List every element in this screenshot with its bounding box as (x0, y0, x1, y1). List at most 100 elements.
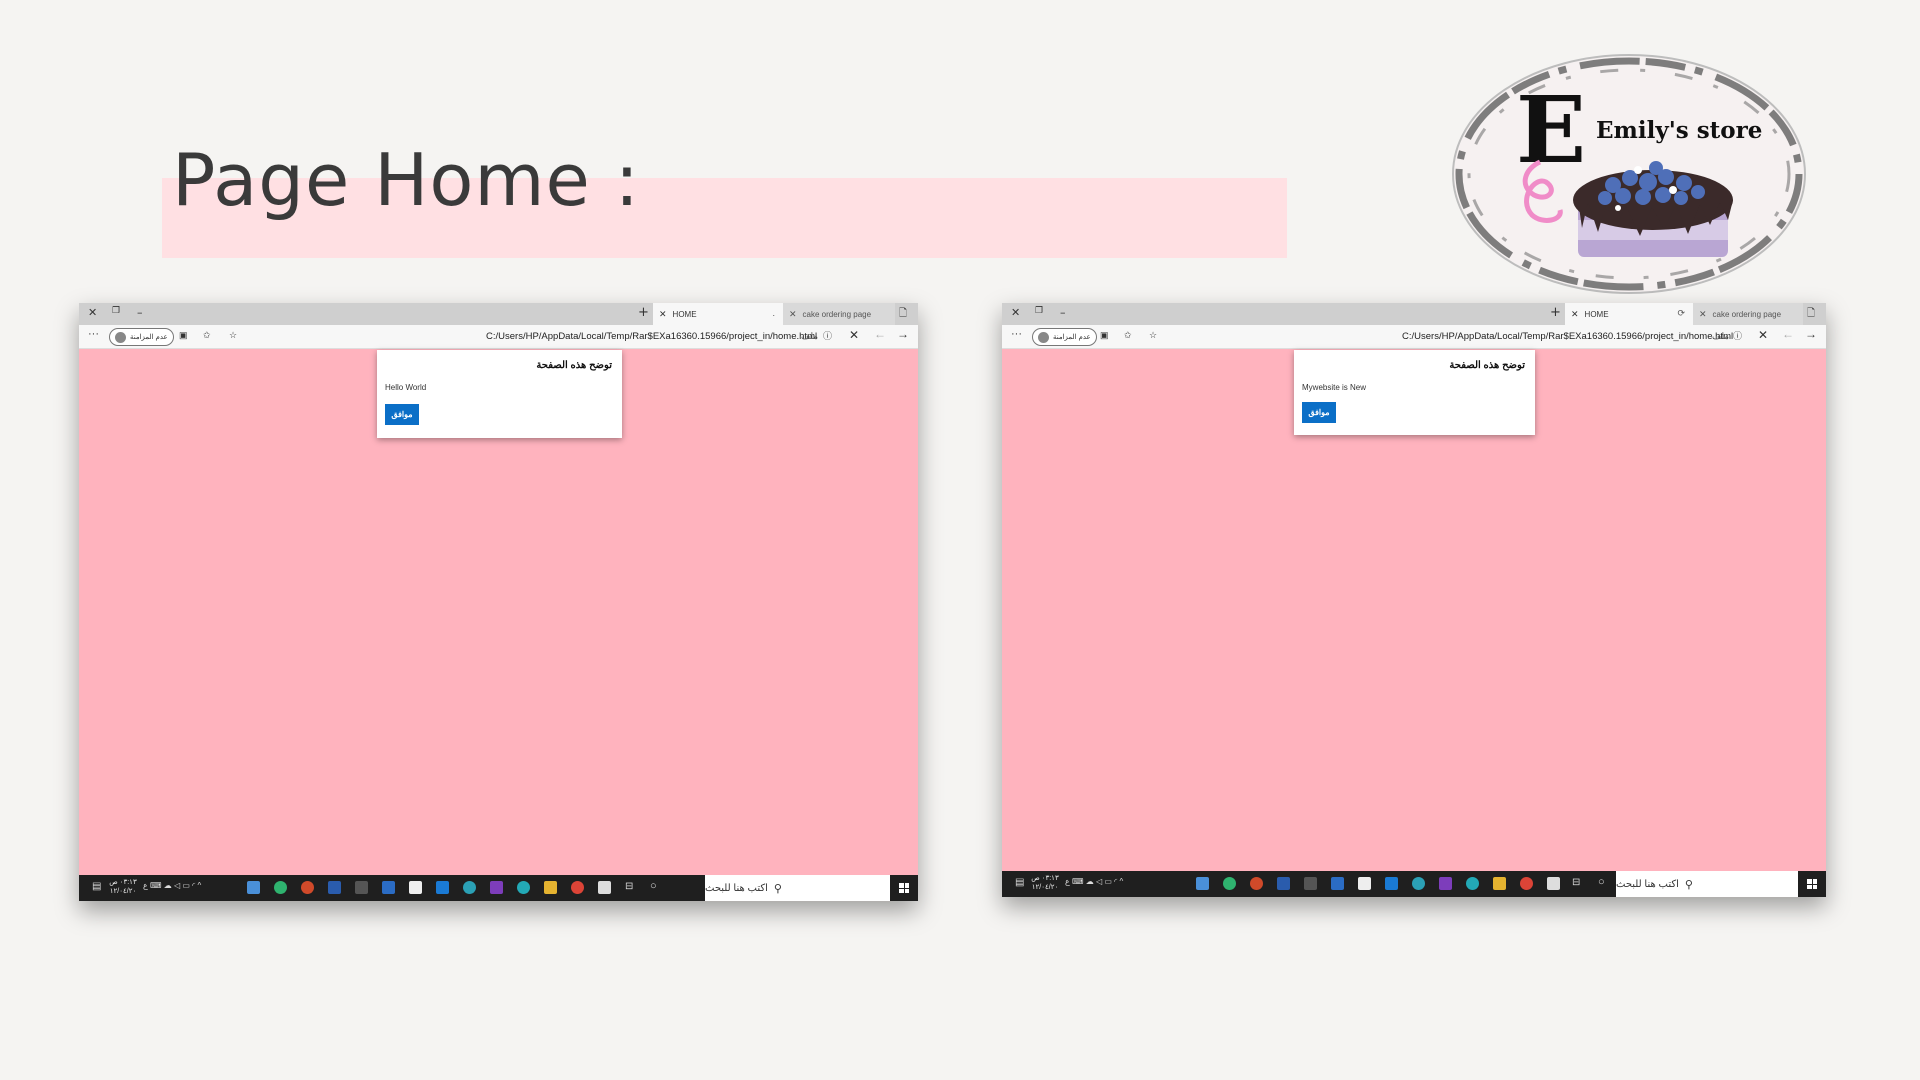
cortana-icon[interactable]: ○ (650, 880, 657, 892)
clock-date: ١٢/٠٤/٢٠ (1031, 884, 1059, 891)
word-icon[interactable] (1277, 877, 1290, 890)
word-icon[interactable] (328, 881, 341, 894)
app-icon-2[interactable] (1223, 877, 1236, 890)
tab-bar: ✕ ❐ – + ✕ HOME ⟳ ✕ cake ordering page 🗋 (1002, 303, 1826, 325)
notification-icon[interactable]: ▤ (1015, 877, 1024, 888)
tab-home[interactable]: ✕ HOME . (653, 303, 783, 325)
tab-close-icon[interactable]: ✕ (1571, 309, 1579, 320)
app-icon-5[interactable] (355, 881, 368, 894)
restore-icon[interactable]: ❐ (112, 306, 120, 316)
emilys-store-logo: E Emily's store (1452, 54, 1806, 294)
tab-label: cake ordering page (1712, 309, 1782, 319)
edge-icon[interactable] (463, 881, 476, 894)
page-icon: 🗋 (899, 308, 908, 319)
taskbar: ▤ ٠٣:١٣ ص ١٢/٠٤/٢٠ ع ⌨ ☁ ◁ ▭ ◜ ^ ⊟ ○ ⚲ ا… (1002, 871, 1826, 897)
chrome-icon[interactable] (1520, 877, 1533, 890)
task-view-icon[interactable]: ⊟ (1572, 877, 1580, 888)
taskbar-search[interactable]: ⚲ اكتب هنا للبحث (705, 875, 890, 901)
powerpoint-icon[interactable] (1250, 877, 1263, 890)
tab-label: HOME (1584, 309, 1609, 319)
back-icon[interactable]: ← (874, 327, 886, 341)
edge-dev-icon[interactable] (517, 881, 530, 894)
taskbar-search[interactable]: ⚲ اكتب هنا للبحث (1616, 871, 1798, 897)
chrome-icon[interactable] (571, 881, 584, 894)
edge-dev-icon[interactable] (1466, 877, 1479, 890)
app-icon-1[interactable] (1196, 877, 1209, 890)
browser-screenshot-2: ✕ ❐ – + ✕ HOME ⟳ ✕ cake ordering page 🗋 … (1002, 303, 1826, 897)
tab-close-icon[interactable]: ✕ (789, 309, 797, 320)
address-bar: ··· عدم المزامنة ▣ ✩ ☆ C:/Users/HP/AppDa… (1002, 325, 1826, 349)
mail-icon[interactable] (1385, 877, 1398, 890)
file-label: ملف (801, 331, 819, 341)
favorites-icon[interactable]: ✩ (203, 330, 211, 341)
taskbar: ▤ ٠٣:١٣ ص ١٢/٠٤/٢٠ ع ⌨ ☁ ◁ ▭ ◜ ^ ⊟ ○ ⚲ ا… (79, 875, 918, 901)
ok-button[interactable]: موافق (385, 404, 419, 425)
minimize-icon[interactable]: – (137, 306, 143, 319)
dropbox-icon[interactable] (598, 881, 611, 894)
url-text[interactable]: C:/Users/HP/AppData/Local/Temp/Rar$EXa16… (486, 331, 817, 342)
profile-button[interactable]: عدم المزامنة (109, 328, 174, 346)
visual-studio-icon[interactable] (1439, 877, 1452, 890)
calendar-icon[interactable] (382, 881, 395, 894)
search-placeholder: اكتب هنا للبحث (1616, 878, 1679, 890)
windows-start-icon[interactable] (1798, 871, 1826, 897)
amazon-icon[interactable] (409, 881, 422, 894)
tab-label: HOME (672, 309, 697, 319)
star-icon[interactable]: ☆ (1149, 330, 1157, 341)
file-explorer-icon[interactable] (544, 881, 557, 894)
favorites-icon[interactable]: ✩ (1124, 330, 1132, 341)
powerpoint-icon[interactable] (301, 881, 314, 894)
logo-text: Emily's store (1596, 117, 1762, 144)
amazon-icon[interactable] (1358, 877, 1371, 890)
calendar-icon[interactable] (1331, 877, 1344, 890)
app-icon-2[interactable] (274, 881, 287, 894)
edge-icon[interactable] (1412, 877, 1425, 890)
restore-icon[interactable]: ❐ (1035, 306, 1043, 316)
collections-icon[interactable]: ▣ (1100, 330, 1109, 341)
info-icon[interactable]: ⓘ (1733, 329, 1742, 342)
url-text[interactable]: C:/Users/HP/AppData/Local/Temp/Rar$EXa16… (1402, 331, 1733, 342)
cortana-icon[interactable]: ○ (1598, 876, 1605, 888)
refresh-icon[interactable]: ✕ (1758, 328, 1768, 342)
dialog-title: توضح هذه الصفحة (1449, 360, 1525, 371)
mail-icon[interactable] (436, 881, 449, 894)
address-bar: ··· عدم المزامنة ▣ ✩ ☆ C:/Users/HP/AppDa… (79, 325, 918, 349)
task-view-icon[interactable]: ⊟ (625, 881, 633, 892)
tab-close-icon[interactable]: ✕ (659, 309, 667, 320)
page-icon: 🗋 (1807, 308, 1816, 319)
windows-start-icon[interactable] (890, 875, 918, 901)
new-tab-icon[interactable]: + (638, 305, 649, 320)
minimize-icon[interactable]: – (1060, 306, 1066, 319)
loading-icon: ⟳ (1677, 308, 1685, 318)
tab-cake-ordering[interactable]: ✕ cake ordering page (1693, 303, 1803, 325)
more-icon[interactable]: ··· (1011, 328, 1022, 340)
notification-icon[interactable]: ▤ (92, 881, 101, 892)
dialog-message: Mywebsite is New (1302, 383, 1367, 392)
clock[interactable]: ٠٣:١٣ ص ١٢/٠٤/٢٠ (1030, 874, 1060, 892)
tab-bar: ✕ ❐ – + ✕ HOME . ✕ cake ordering page 🗋 (79, 303, 918, 325)
app-icon-5[interactable] (1304, 877, 1317, 890)
forward-icon[interactable]: → (1805, 327, 1817, 341)
clock[interactable]: ٠٣:١٣ ص ١٢/٠٤/٢٠ (108, 878, 138, 896)
tray-icons[interactable]: ع ⌨ ☁ ◁ ▭ ◜ ^ (143, 881, 201, 890)
tab-home[interactable]: ✕ HOME ⟳ (1565, 303, 1693, 325)
back-icon[interactable]: ← (1782, 327, 1794, 341)
tab-close-icon[interactable]: ✕ (1699, 309, 1707, 320)
refresh-icon[interactable]: ✕ (849, 328, 859, 342)
close-icon[interactable]: ✕ (88, 306, 97, 319)
file-explorer-icon[interactable] (1493, 877, 1506, 890)
ok-button[interactable]: موافق (1302, 402, 1336, 423)
new-tab-icon[interactable]: + (1550, 305, 1561, 320)
more-icon[interactable]: ··· (88, 328, 99, 340)
tray-icons[interactable]: ع ⌨ ☁ ◁ ▭ ◜ ^ (1065, 877, 1123, 886)
star-icon[interactable]: ☆ (229, 330, 237, 341)
tab-cake-ordering[interactable]: ✕ cake ordering page (783, 303, 895, 325)
visual-studio-icon[interactable] (490, 881, 503, 894)
profile-button[interactable]: عدم المزامنة (1032, 328, 1097, 346)
forward-icon[interactable]: → (897, 327, 909, 341)
app-icon-1[interactable] (247, 881, 260, 894)
close-icon[interactable]: ✕ (1011, 306, 1020, 319)
dropbox-icon[interactable] (1547, 877, 1560, 890)
info-icon[interactable]: ⓘ (823, 329, 832, 342)
collections-icon[interactable]: ▣ (179, 330, 188, 341)
